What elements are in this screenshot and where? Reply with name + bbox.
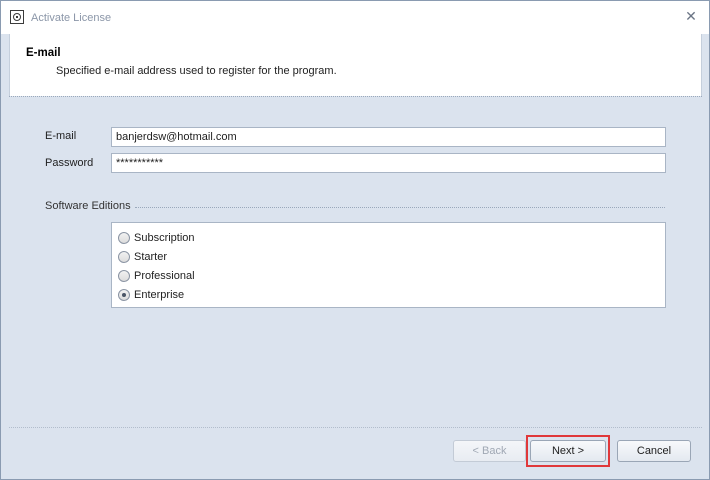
step-title: E-mail bbox=[26, 47, 61, 59]
edition-label: Professional bbox=[134, 270, 195, 282]
back-button[interactable]: < Back bbox=[453, 440, 526, 462]
title-bar: Activate License ✕ bbox=[1, 1, 709, 34]
email-field[interactable] bbox=[111, 127, 666, 147]
radio-checked-icon[interactable] bbox=[118, 289, 130, 301]
window-title: Activate License bbox=[31, 12, 112, 24]
header-divider bbox=[9, 96, 702, 97]
edition-label: Starter bbox=[134, 251, 168, 263]
radio-icon[interactable] bbox=[118, 270, 130, 282]
footer-divider bbox=[9, 427, 702, 428]
password-field[interactable] bbox=[111, 153, 666, 173]
editions-group-label: Software Editions bbox=[45, 200, 131, 212]
email-label: E-mail bbox=[45, 130, 77, 142]
activate-license-dialog: Activate License ✕ E-mail Specified e-ma… bbox=[0, 0, 710, 480]
cancel-button[interactable]: Cancel bbox=[617, 440, 691, 462]
step-description: Specified e-mail address used to registe… bbox=[56, 65, 337, 77]
radio-icon[interactable] bbox=[118, 251, 130, 263]
step-header: E-mail Specified e-mail address used to … bbox=[9, 34, 702, 96]
edition-label: Enterprise bbox=[134, 289, 185, 301]
close-icon[interactable]: ✕ bbox=[683, 8, 699, 24]
editions-list: Subscription Starter Professional Enterp… bbox=[111, 222, 666, 308]
next-button-highlight bbox=[526, 435, 610, 467]
editions-group-divider bbox=[135, 207, 665, 208]
radio-icon[interactable] bbox=[118, 232, 130, 244]
edition-label: Subscription bbox=[134, 232, 195, 244]
app-icon bbox=[10, 10, 24, 24]
password-label: Password bbox=[45, 157, 94, 169]
